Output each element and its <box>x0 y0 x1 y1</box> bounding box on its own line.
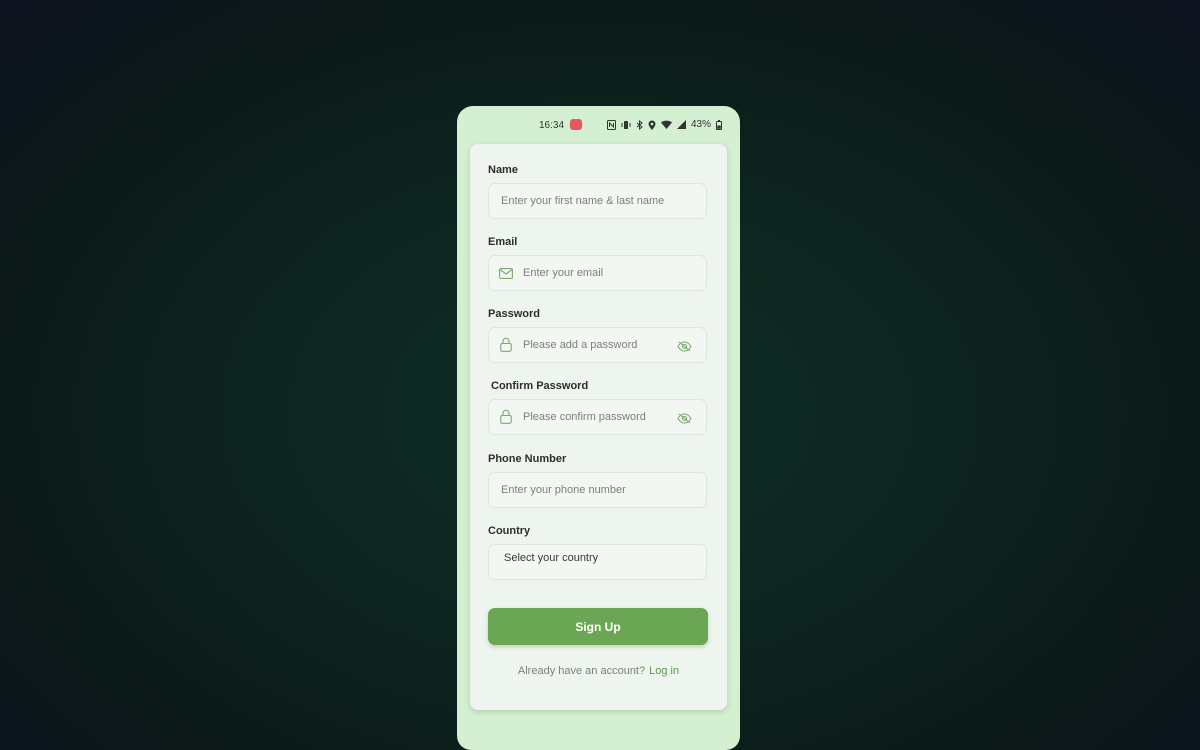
name-placeholder: Enter your first name & last name <box>501 195 665 207</box>
login-row: Already have an account? Log in <box>470 665 727 677</box>
country-label: Country <box>488 525 531 537</box>
screen-record-icon <box>570 119 582 130</box>
status-icons: 43% <box>607 119 723 130</box>
phone-label: Phone Number <box>488 453 567 465</box>
country-select[interactable]: Select your country <box>488 544 707 580</box>
confirm-password-field[interactable]: Please confirm password <box>488 399 707 435</box>
email-placeholder: Enter your email <box>523 267 604 279</box>
password-label: Password <box>488 308 540 320</box>
login-prompt: Already have an account? <box>517 665 646 677</box>
battery-percent: 43% <box>691 119 712 130</box>
vibrate-icon <box>621 120 631 129</box>
battery-icon <box>716 119 723 130</box>
name-field[interactable]: Enter your first name & last name <box>488 183 707 219</box>
login-link[interactable]: Log in <box>649 665 679 677</box>
nfc-icon <box>607 119 616 130</box>
eye-off-icon[interactable] <box>677 411 692 429</box>
email-field[interactable]: Enter your email <box>488 255 707 291</box>
phone-frame: 16:34 43% Name Enter your first name & l… <box>457 106 740 750</box>
phone-placeholder: Enter your phone number <box>501 484 626 496</box>
password-placeholder: Please add a password <box>523 339 638 351</box>
lock-icon <box>500 337 512 357</box>
mail-icon <box>499 266 513 284</box>
cell-signal-icon <box>677 120 686 129</box>
status-time: 16:34 <box>539 120 565 131</box>
confirm-password-placeholder: Please confirm password <box>523 411 646 423</box>
signup-form-card: Name Enter your first name & last name E… <box>470 144 727 710</box>
status-bar: 16:34 43% <box>457 106 740 144</box>
signup-button-label: Sign Up <box>575 619 621 634</box>
country-selected-value: Select your country <box>504 552 599 564</box>
name-label: Name <box>488 164 518 176</box>
signup-button[interactable]: Sign Up <box>488 608 708 645</box>
lock-icon <box>500 409 512 429</box>
wifi-icon <box>661 120 672 129</box>
bluetooth-icon <box>636 119 643 130</box>
eye-off-icon[interactable] <box>677 339 692 357</box>
phone-field[interactable]: Enter your phone number <box>488 472 707 508</box>
email-label: Email <box>488 236 518 248</box>
confirm-password-label: Confirm Password <box>491 380 589 392</box>
password-field[interactable]: Please add a password <box>488 327 707 363</box>
location-icon <box>648 120 656 130</box>
